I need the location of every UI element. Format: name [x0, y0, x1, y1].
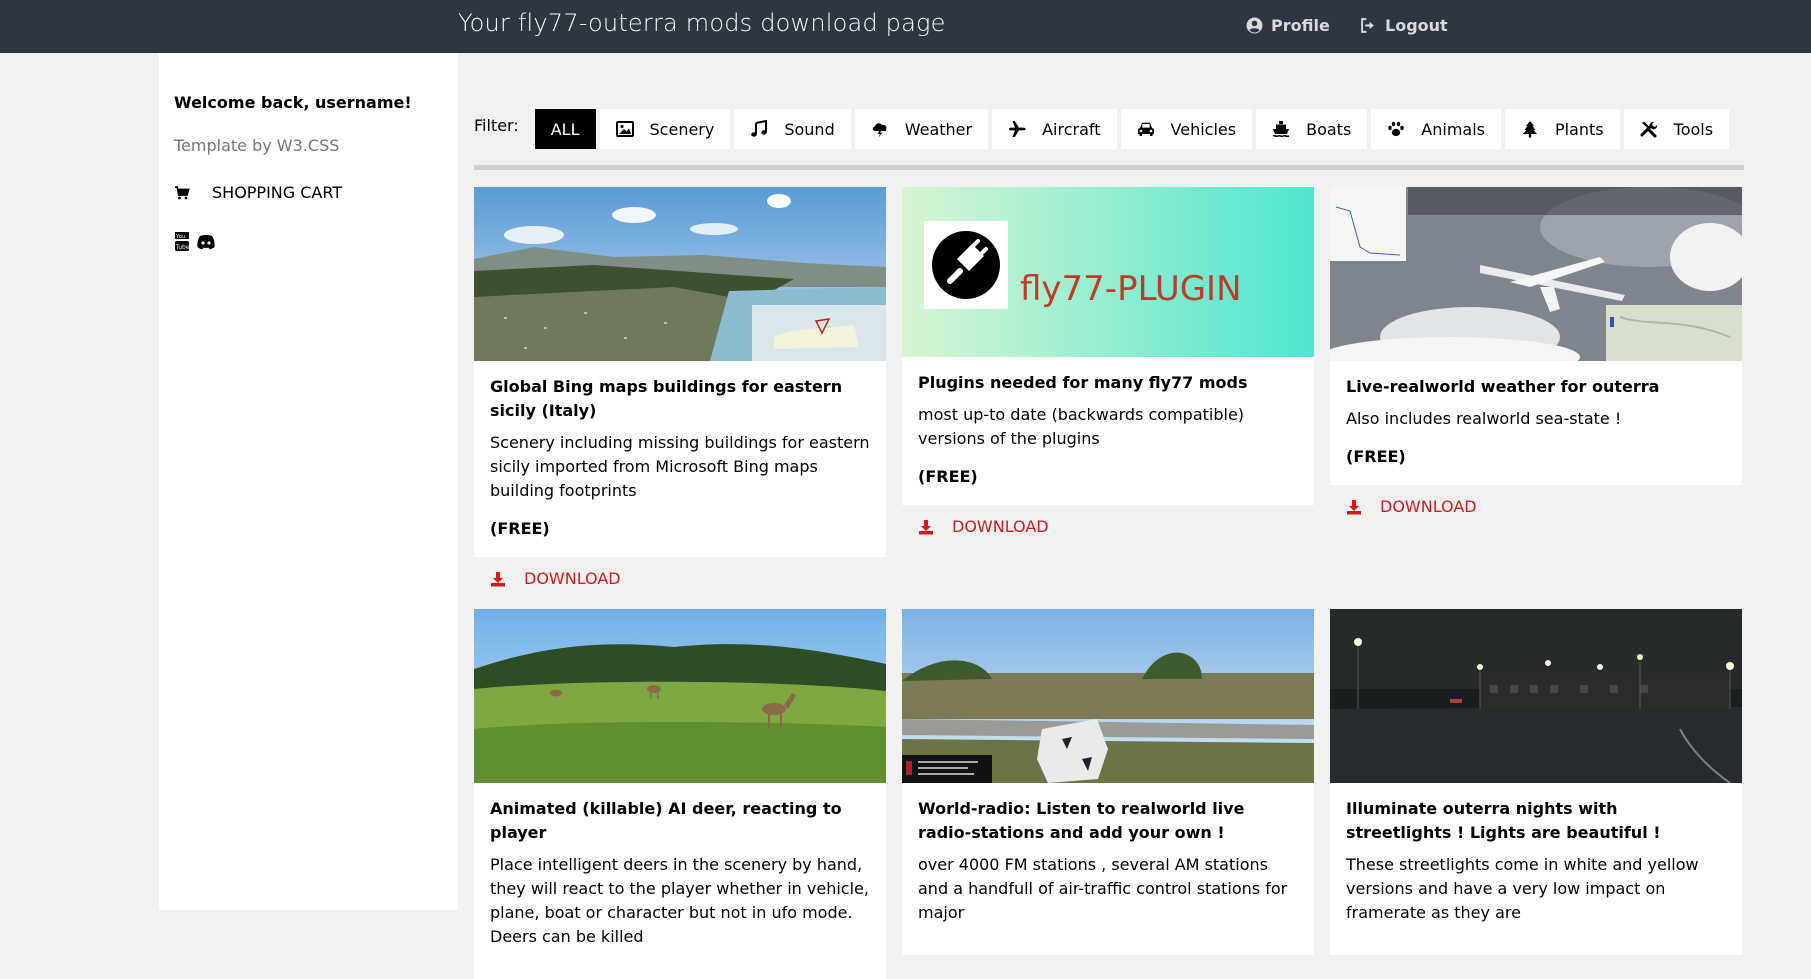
card-title: World-radio: Listen to realworld live ra…	[918, 799, 1245, 842]
cloud-bolt-icon	[872, 123, 887, 138]
filter-boats-label: Boats	[1306, 119, 1352, 139]
car-icon	[1137, 122, 1154, 136]
download-icon	[1347, 499, 1361, 514]
download-icon	[919, 519, 933, 534]
template-credit: Template by W3.CSS	[174, 136, 340, 155]
download-label: DOWNLOAD	[1380, 497, 1477, 516]
filter-sound-label: Sound	[784, 119, 835, 139]
product-image-deer[interactable]	[474, 609, 886, 783]
card-title: Animated (killable) AI deer, reacting to…	[490, 799, 842, 842]
card-description: over 4000 FM stations , several AM stati…	[918, 855, 1288, 922]
filter-animals-button[interactable]: Animals	[1371, 109, 1501, 149]
divider	[474, 165, 1744, 170]
social-links: You Tube	[174, 232, 216, 252]
card-description: Also includes realworld sea-state !	[1346, 409, 1622, 428]
cart-label: SHOPPING CART	[212, 183, 343, 202]
filter-all-button[interactable]: ALL	[534, 109, 596, 149]
card-body: Plugins needed for many fly77 mods most …	[902, 357, 1314, 505]
filter-all-label: ALL	[550, 119, 580, 139]
filter-tools-label: Tools	[1673, 119, 1714, 139]
filter-weather-label: Weather	[904, 119, 973, 139]
welcome-message: Welcome back, username!	[174, 93, 412, 112]
product-image-radio[interactable]	[902, 609, 1314, 783]
main-content: Filter: ALL Scenery Sound Weather Aircra…	[458, 53, 1760, 979]
cart-icon	[175, 185, 190, 199]
card-body: Live-realworld weather for outerra Also …	[1330, 361, 1742, 485]
download-label: DOWNLOAD	[952, 517, 1049, 536]
tools-icon	[1640, 121, 1657, 138]
ship-icon	[1272, 121, 1290, 138]
sidebar: Welcome back, username! Template by W3.C…	[159, 53, 458, 910]
logout-link[interactable]: Logout	[1360, 16, 1448, 35]
profile-link[interactable]: Profile	[1246, 16, 1330, 35]
product-card-weather: Live-realworld weather for outerra Also …	[1330, 187, 1742, 516]
download-label: DOWNLOAD	[524, 569, 621, 588]
card-description: Place intelligent deers in the scenery b…	[490, 855, 869, 946]
filter-plants-button[interactable]: Plants	[1504, 109, 1620, 149]
filter-scenery-label: Scenery	[649, 119, 715, 139]
filter-vehicles-label: Vehicles	[1170, 119, 1237, 139]
card-title: Illuminate outerra nights with streetlig…	[1346, 799, 1661, 842]
filter-scenery-button[interactable]: Scenery	[599, 109, 731, 149]
filter-bar: Filter: ALL Scenery Sound Weather Aircra…	[474, 109, 1733, 149]
card-body: Global Bing maps buildings for eastern s…	[474, 361, 886, 557]
filter-animals-label: Animals	[1421, 119, 1485, 139]
user-circle-icon	[1246, 17, 1263, 34]
sign-out-icon	[1361, 18, 1374, 33]
card-title: Live-realworld weather for outerra	[1346, 377, 1660, 396]
filter-boats-button[interactable]: Boats	[1256, 109, 1368, 149]
filter-weather-button[interactable]: Weather	[854, 109, 989, 149]
product-card-sicily: Global Bing maps buildings for eastern s…	[474, 187, 886, 588]
download-button[interactable]: DOWNLOAD	[474, 557, 886, 588]
product-card-radio: World-radio: Listen to realworld live ra…	[902, 609, 1314, 955]
filter-label: Filter:	[474, 115, 519, 135]
product-image-plugin[interactable]: fly77-PLUGIN	[902, 187, 1314, 357]
plugin-image-text: fly77-PLUGIN	[1020, 269, 1242, 309]
filter-aircraft-button[interactable]: Aircraft	[992, 109, 1117, 149]
tree-icon	[1522, 121, 1537, 138]
shopping-cart-link[interactable]: SHOPPING CART	[174, 183, 342, 202]
filter-sound-button[interactable]: Sound	[734, 109, 851, 149]
download-button[interactable]: DOWNLOAD	[1330, 485, 1742, 516]
plane-icon	[1009, 121, 1026, 137]
svg-text:You: You	[175, 234, 185, 240]
download-icon	[491, 571, 505, 586]
svg-text:Tube: Tube	[175, 244, 190, 251]
card-body: Illuminate outerra nights with streetlig…	[1330, 783, 1742, 955]
card-description: Scenery including missing buildings for …	[490, 433, 870, 500]
card-title: Global Bing maps buildings for eastern s…	[490, 377, 843, 420]
product-card-deer: Animated (killable) AI deer, reacting to…	[474, 609, 886, 979]
logout-label: Logout	[1385, 16, 1448, 35]
product-image-streetlights[interactable]	[1330, 609, 1742, 783]
page-title: Your fly77-outerra mods download page	[458, 9, 946, 37]
product-card-plugins: fly77-PLUGIN Plugins needed for many fly…	[902, 187, 1314, 536]
youtube-icon[interactable]: You Tube	[174, 232, 190, 252]
top-bar: Your fly77-outerra mods download page Pr…	[0, 0, 1811, 53]
product-image-weather[interactable]	[1330, 187, 1742, 361]
profile-label: Profile	[1271, 16, 1330, 35]
product-image-sicily[interactable]	[474, 187, 886, 361]
filter-aircraft-label: Aircraft	[1042, 119, 1101, 139]
card-description: These streetlights come in white and yel…	[1346, 855, 1699, 922]
discord-icon[interactable]	[196, 234, 216, 250]
filter-vehicles-button[interactable]: Vehicles	[1120, 109, 1253, 149]
card-price: (FREE)	[490, 519, 550, 538]
card-body: World-radio: Listen to realworld live ra…	[902, 783, 1314, 955]
paw-icon	[1388, 121, 1404, 137]
filter-plants-label: Plants	[1554, 119, 1604, 139]
card-title: Plugins needed for many fly77 mods	[918, 373, 1248, 392]
card-price: (FREE)	[918, 467, 978, 486]
card-body: Animated (killable) AI deer, reacting to…	[474, 783, 886, 979]
music-icon	[751, 120, 768, 137]
card-price: (FREE)	[1346, 447, 1406, 466]
download-button[interactable]: DOWNLOAD	[902, 505, 1314, 536]
image-icon	[615, 121, 634, 137]
product-card-streetlights: Illuminate outerra nights with streetlig…	[1330, 609, 1742, 955]
filter-tools-button[interactable]: Tools	[1623, 109, 1730, 149]
card-description: most up-to date (backwards compatible) v…	[918, 405, 1245, 448]
